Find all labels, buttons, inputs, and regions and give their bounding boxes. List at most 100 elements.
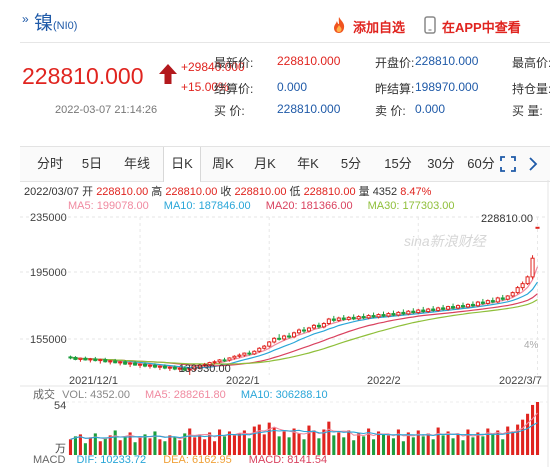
candle-body (113, 360, 118, 364)
candle-body (73, 356, 78, 360)
tab-0[interactable]: 分时 (30, 147, 70, 181)
header-divider (20, 42, 550, 43)
tab-1[interactable]: 5日 (74, 147, 110, 181)
tab-4[interactable]: 周K (203, 147, 243, 181)
volume-bar (461, 440, 465, 455)
candle-body (292, 332, 297, 338)
volume-bar (376, 431, 381, 455)
volume-bar (242, 430, 246, 455)
phone-icon (424, 16, 436, 34)
volume-bar (153, 431, 157, 455)
tab-10[interactable]: 60分 (463, 147, 499, 181)
fullscreen-icon[interactable] (500, 156, 516, 172)
volume-bar (178, 440, 182, 455)
volume-bar (173, 437, 177, 455)
quote-field-label: 结算价: (214, 82, 254, 96)
candle-body (451, 306, 456, 309)
volume-bar (297, 433, 301, 455)
candle-body (88, 358, 93, 361)
candle-body (262, 345, 267, 349)
tab-9[interactable]: 30分 (423, 147, 459, 181)
volume-bar (247, 438, 251, 455)
breadcrumb-arrow-icon: » (22, 12, 29, 26)
tab-6[interactable]: 年K (288, 147, 328, 181)
info-percent: 8.47% (400, 186, 432, 198)
volume-label: 成交 (33, 389, 55, 401)
volume-bar (381, 434, 386, 455)
candle-body (535, 226, 540, 229)
tab-8[interactable]: 15分 (380, 147, 416, 181)
candle-body (341, 317, 346, 320)
add-watchlist-label: 添加自选 (353, 20, 406, 35)
macd-legend: MACD DIF: 10233.72 DEA: 6162.95 MACD: 81… (33, 454, 327, 466)
candle-body (177, 367, 182, 370)
volume-bar (535, 402, 540, 455)
volume-bar (277, 436, 281, 455)
candle-body (470, 303, 475, 307)
info-low: 228810.00 (303, 186, 356, 198)
candle-body (118, 361, 123, 364)
candle-body (222, 359, 227, 362)
ma5-legend: MA5: 199078.00 (68, 200, 149, 212)
volume-bar (411, 437, 415, 455)
candle-body (336, 317, 341, 321)
candle-body (495, 297, 500, 303)
volume-legend: 成交 VOL: 4352.00 MA5: 288261.80 MA10: 306… (33, 386, 328, 402)
quote-timestamp: 2022-03-07 21:14:26 (55, 104, 158, 116)
volume-bar (287, 437, 291, 455)
info-close: 228810.00 (234, 186, 287, 198)
candle-body (172, 366, 177, 370)
volume-bar (227, 431, 232, 455)
volume-bar (406, 432, 410, 455)
macd-value: MACD: 8141.54 (248, 454, 328, 466)
volume-bar (431, 439, 435, 455)
candle-body (242, 352, 247, 356)
info-volume-label: 量 (358, 186, 370, 198)
macd-dif: DIF: 10233.72 (76, 454, 147, 466)
candle-body (326, 318, 331, 325)
volume-bar (456, 434, 460, 455)
chevron-right-icon[interactable] (528, 156, 538, 172)
volume-bar (347, 430, 351, 455)
candle-info-line: 2022/03/07 开 228810.00 高 228810.00 收 228… (24, 183, 431, 199)
candle-body (475, 301, 480, 307)
ma30-legend: MA30: 177303.00 (367, 200, 455, 212)
candle-body (128, 362, 133, 365)
volume-bar (501, 439, 505, 455)
volume-bar (272, 427, 276, 455)
candle-body (391, 313, 396, 316)
volume-bar (158, 439, 162, 455)
candle-body (282, 335, 287, 340)
volume-bar (526, 413, 530, 455)
candle-body (217, 359, 222, 363)
ma10-line (70, 281, 538, 369)
tab-7[interactable]: 5分 (333, 147, 369, 181)
candle-body (267, 341, 272, 347)
candle-body (351, 316, 356, 320)
volume-bar (123, 437, 127, 455)
quote-field-value: 198970.000 (415, 80, 479, 94)
volume-bar (416, 430, 420, 455)
instrument-name: 镍 (34, 13, 54, 34)
tab-5[interactable]: 月K (247, 147, 283, 181)
candle-body (207, 362, 212, 366)
tab-3[interactable]: 日K (163, 147, 201, 182)
volume-bar (88, 437, 92, 455)
candle-body (446, 306, 451, 310)
candle-body (520, 283, 525, 289)
quote-field-label: 昨结算: (375, 82, 415, 96)
candle-body (426, 308, 431, 313)
candle-body (515, 287, 520, 294)
tab-2[interactable]: 年线 (116, 147, 158, 181)
info-high-label: 高 (151, 186, 163, 198)
volume-bar (312, 430, 316, 455)
volume-bar (446, 431, 450, 455)
candle-body (167, 366, 172, 369)
volume-bar (486, 428, 490, 455)
open-in-app-label: 在APP中查看 (442, 20, 521, 35)
volume-bar (183, 433, 187, 455)
volume-bar (78, 434, 82, 455)
volume-bar (113, 430, 117, 455)
candle-body (386, 313, 391, 317)
quote-field-label: 买 价: (214, 104, 245, 118)
